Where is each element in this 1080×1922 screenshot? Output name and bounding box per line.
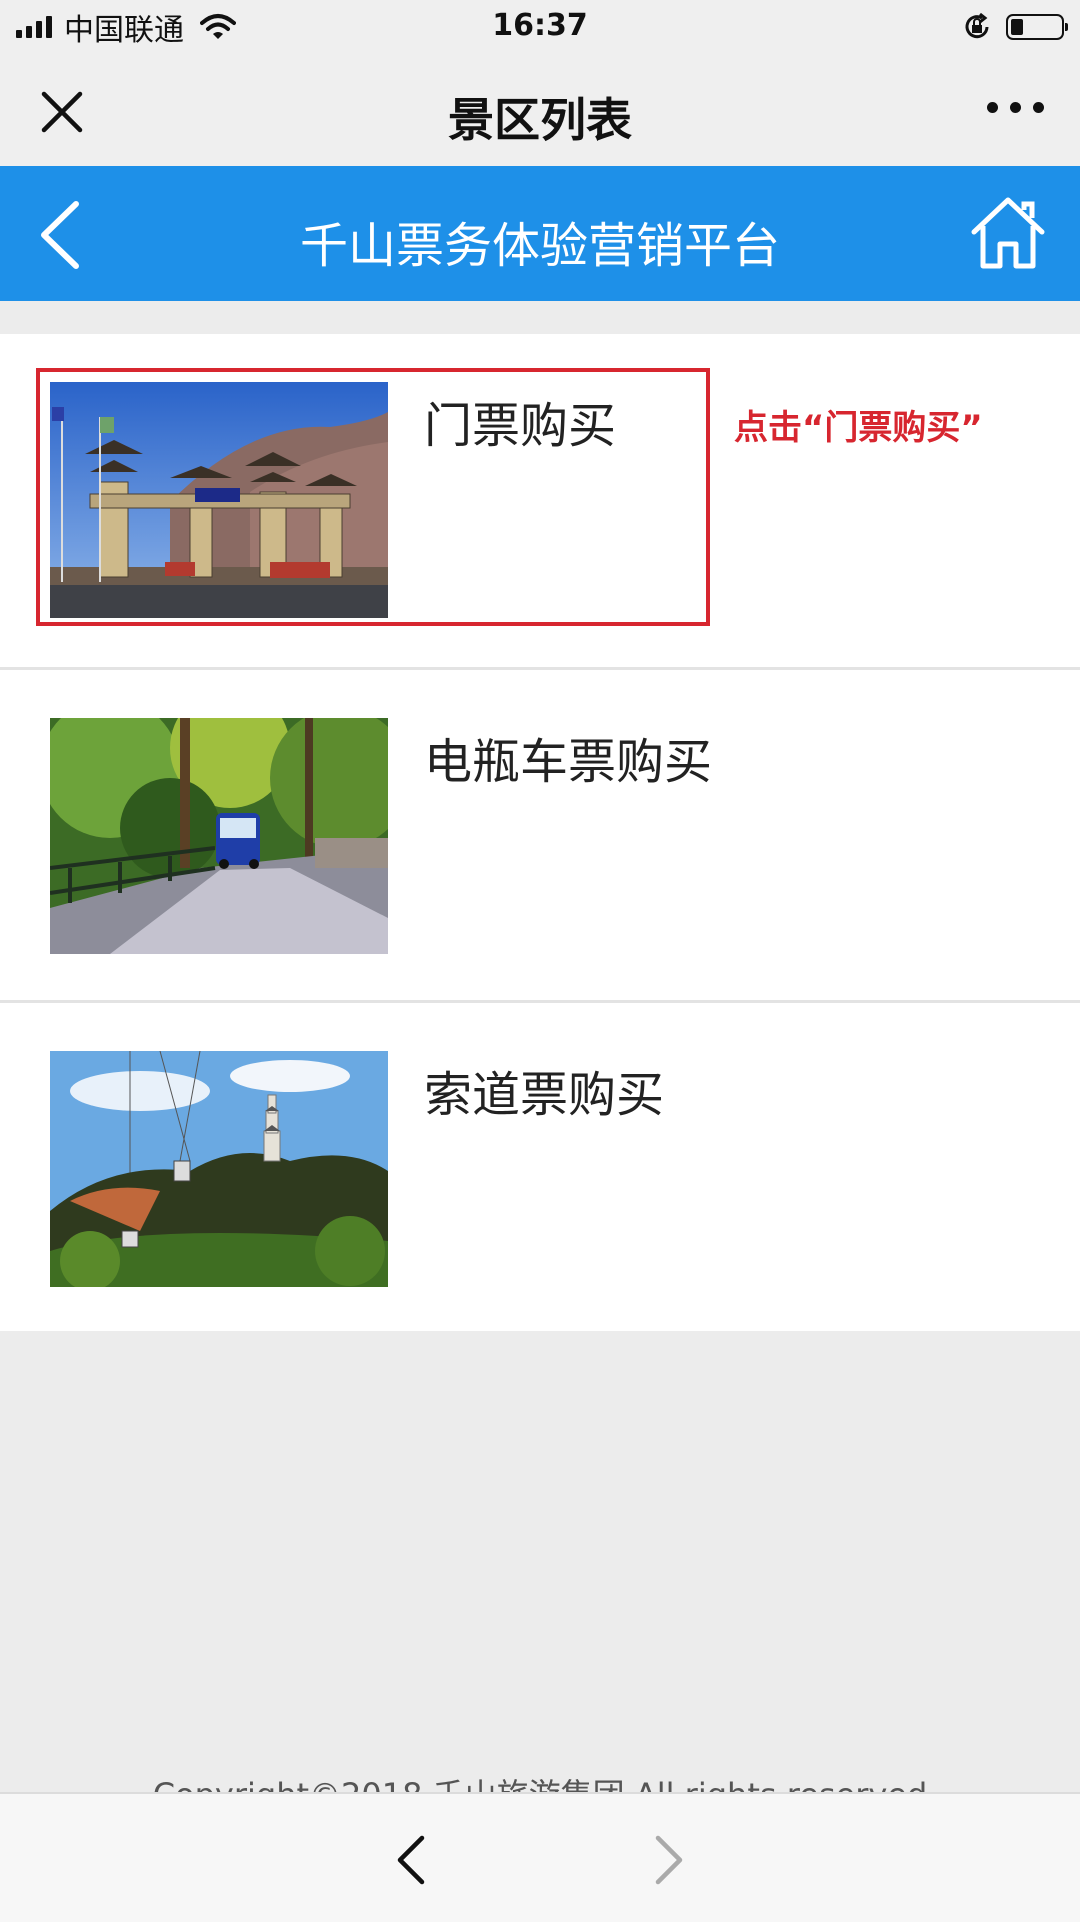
status-right: [962, 10, 1068, 44]
cableway-image[interactable]: [50, 1051, 388, 1287]
nav-back-icon[interactable]: [394, 1834, 428, 1886]
annotation-text: 点击“门票购买”: [734, 408, 983, 448]
status-bar: 中国联通 16:37: [0, 0, 1080, 54]
status-time: 16:37: [492, 8, 588, 43]
browser-toolbar: [0, 1792, 1080, 1922]
battery-icon: [1006, 14, 1068, 40]
highlight-box: [36, 368, 710, 626]
wechat-title-bar: 景区列表: [0, 54, 1080, 166]
home-icon[interactable]: [970, 196, 1046, 270]
item-label-cableway[interactable]: 索道票购买: [424, 1055, 664, 1125]
list-item-cableway[interactable]: 索道票购买: [0, 1000, 1080, 1336]
site-header: 千山票务体验营销平台: [0, 166, 1080, 301]
electric-cart-image[interactable]: [50, 718, 388, 954]
nav-forward-icon[interactable]: [652, 1834, 686, 1886]
page-title: 景区列表: [448, 93, 632, 147]
item-label-cart[interactable]: 电瓶车票购买: [424, 722, 712, 792]
site-title: 千山票务体验营销平台: [299, 218, 780, 274]
list-item-cart[interactable]: 电瓶车票购买: [0, 667, 1080, 1003]
more-icon[interactable]: [987, 102, 1044, 113]
rotation-lock-icon: [965, 12, 989, 39]
